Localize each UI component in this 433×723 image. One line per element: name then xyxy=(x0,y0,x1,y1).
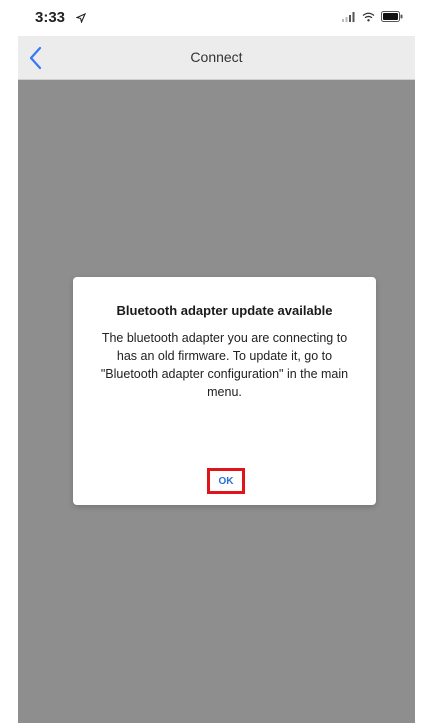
battery-icon xyxy=(381,11,403,22)
location-icon xyxy=(76,13,86,23)
signal-icon xyxy=(342,11,355,22)
dialog-title: Bluetooth adapter update available xyxy=(116,303,333,318)
dialog-message: The bluetooth adapter you are connecting… xyxy=(100,331,349,399)
phone-screen: 3:33 Connect Bluetooth adapter update av… xyxy=(18,0,415,723)
ok-button[interactable]: OK xyxy=(207,468,245,494)
page-title: Connect xyxy=(190,49,243,65)
wifi-icon xyxy=(362,12,375,21)
navigation-bar: Connect xyxy=(18,36,415,80)
update-dialog: Bluetooth adapter update available The b… xyxy=(73,277,376,505)
status-icons xyxy=(342,11,403,22)
status-time: 3:33 xyxy=(35,9,66,26)
status-bar: 3:33 xyxy=(18,0,415,36)
modal-overlay: Bluetooth adapter update available The b… xyxy=(18,80,415,723)
